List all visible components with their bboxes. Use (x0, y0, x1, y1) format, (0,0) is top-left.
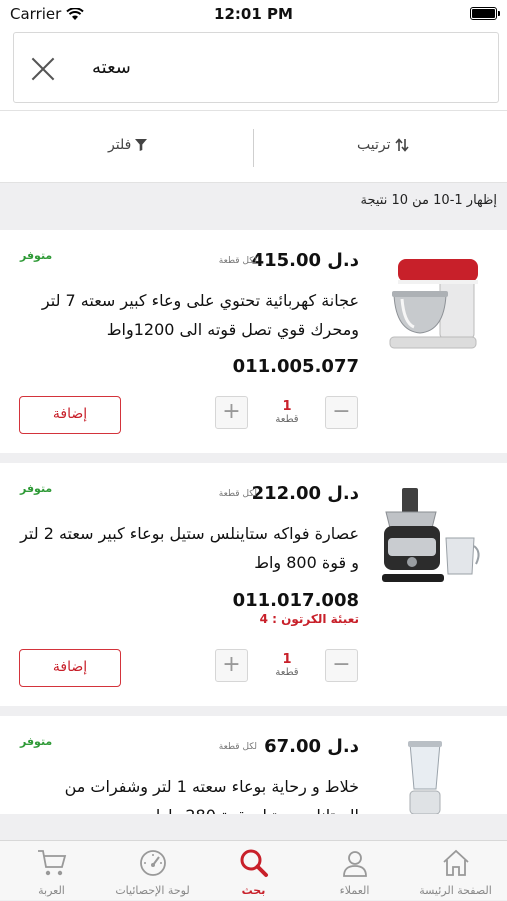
search-icon (240, 849, 268, 877)
availability-badge: متوفر (20, 735, 53, 748)
sort-filter-bar: فلتر ترتيب (0, 110, 507, 183)
home-icon (443, 849, 469, 876)
availability-badge: متوفر (20, 249, 53, 262)
sort-arrows-icon (394, 138, 409, 152)
blender-image (408, 741, 442, 814)
quantity-decrement-button[interactable]: − (325, 649, 358, 682)
product-price: د.ل 212.00 (251, 483, 359, 504)
funnel-icon (135, 139, 148, 151)
product-card[interactable]: د.ل 212.00 لكل قطعة متوفر عصارة فواكه ست… (0, 463, 507, 706)
stand-mixer-image (389, 259, 478, 349)
product-description: عصارة فواكه ستاينلس ستيل بوعاء كبير سعته… (20, 524, 359, 572)
add-to-cart-button[interactable]: إضافة (19, 396, 121, 434)
product-code: 011.017.008 (232, 590, 359, 611)
add-to-cart-button[interactable]: إضافة (19, 649, 121, 687)
quantity-decrement-button[interactable]: − (325, 396, 358, 429)
product-card[interactable]: د.ل 67.00 لكل قطعة متوفر خلاط و رحاية بو… (0, 716, 507, 814)
product-description: عجانة كهربائية تحتوي على وعاء كبير سعته … (41, 291, 359, 339)
tab-dashboard[interactable]: لوحة الإحصائيات (102, 841, 203, 901)
quantity-display: 1 قطعة (270, 399, 304, 425)
battery-icon (470, 7, 500, 20)
product-price: د.ل 67.00 (264, 736, 359, 757)
tab-cart[interactable]: العربة (1, 841, 102, 901)
juicer-image (382, 488, 480, 582)
tab-search-label: بحث (241, 884, 266, 897)
tab-search[interactable]: بحث (203, 841, 304, 901)
status-time: 12:01 PM (214, 5, 293, 23)
dashboard-gauge-icon (140, 850, 166, 876)
carton-packing: تعبئة الكرتون : 4 (259, 612, 359, 626)
filter-label: فلتر (108, 137, 132, 153)
quantity-unit: قطعة (275, 414, 299, 425)
product-code: 011.005.077 (232, 356, 359, 377)
tab-dashboard-label: لوحة الإحصائيات (115, 884, 190, 897)
user-icon (343, 851, 367, 877)
results-count: إظهار 1-10 من 10 نتيجة (360, 193, 498, 208)
quantity-value: 1 (282, 399, 292, 414)
price-unit: لكل قطعة (218, 489, 257, 499)
tab-home-label: الصفحة الرئيسة (419, 884, 492, 897)
tab-cart-label: العربة (38, 884, 65, 897)
toolbar-divider (253, 129, 254, 167)
quantity-unit: قطعة (275, 667, 299, 678)
product-price: د.ل 415.00 (251, 250, 359, 271)
search-header: سعته (0, 28, 507, 110)
filter-button[interactable]: فلتر (108, 137, 148, 153)
price-unit: لكل قطعة (218, 256, 257, 266)
tab-bar: الصفحة الرئيسة العملاء بحث لوحة الإحصائي… (0, 840, 507, 900)
quantity-increment-button[interactable]: + (215, 396, 248, 429)
quantity-value: 1 (282, 652, 292, 667)
cart-icon (38, 850, 67, 876)
product-description: خلاط و رحاية بوعاء سعته 1 لتر وشفرات من … (64, 777, 359, 814)
quantity-increment-button[interactable]: + (215, 649, 248, 682)
product-card[interactable]: د.ل 415.00 لكل قطعة متوفر عجانة كهربائية… (0, 230, 507, 453)
sort-label: ترتيب (357, 137, 391, 153)
search-query-text: سعته (92, 57, 131, 78)
tab-customers[interactable]: العملاء (304, 841, 405, 901)
quantity-display: 1 قطعة (270, 652, 304, 678)
tab-customers-label: العملاء (339, 884, 370, 897)
search-input[interactable]: سعته (13, 32, 499, 103)
tab-home[interactable]: الصفحة الرئيسة (405, 841, 506, 901)
sort-button[interactable]: ترتيب (357, 137, 409, 153)
status-bar: Carrier 12:01 PM (0, 0, 507, 28)
price-unit: لكل قطعة (218, 742, 257, 752)
availability-badge: متوفر (20, 482, 53, 495)
close-icon[interactable] (30, 56, 56, 82)
